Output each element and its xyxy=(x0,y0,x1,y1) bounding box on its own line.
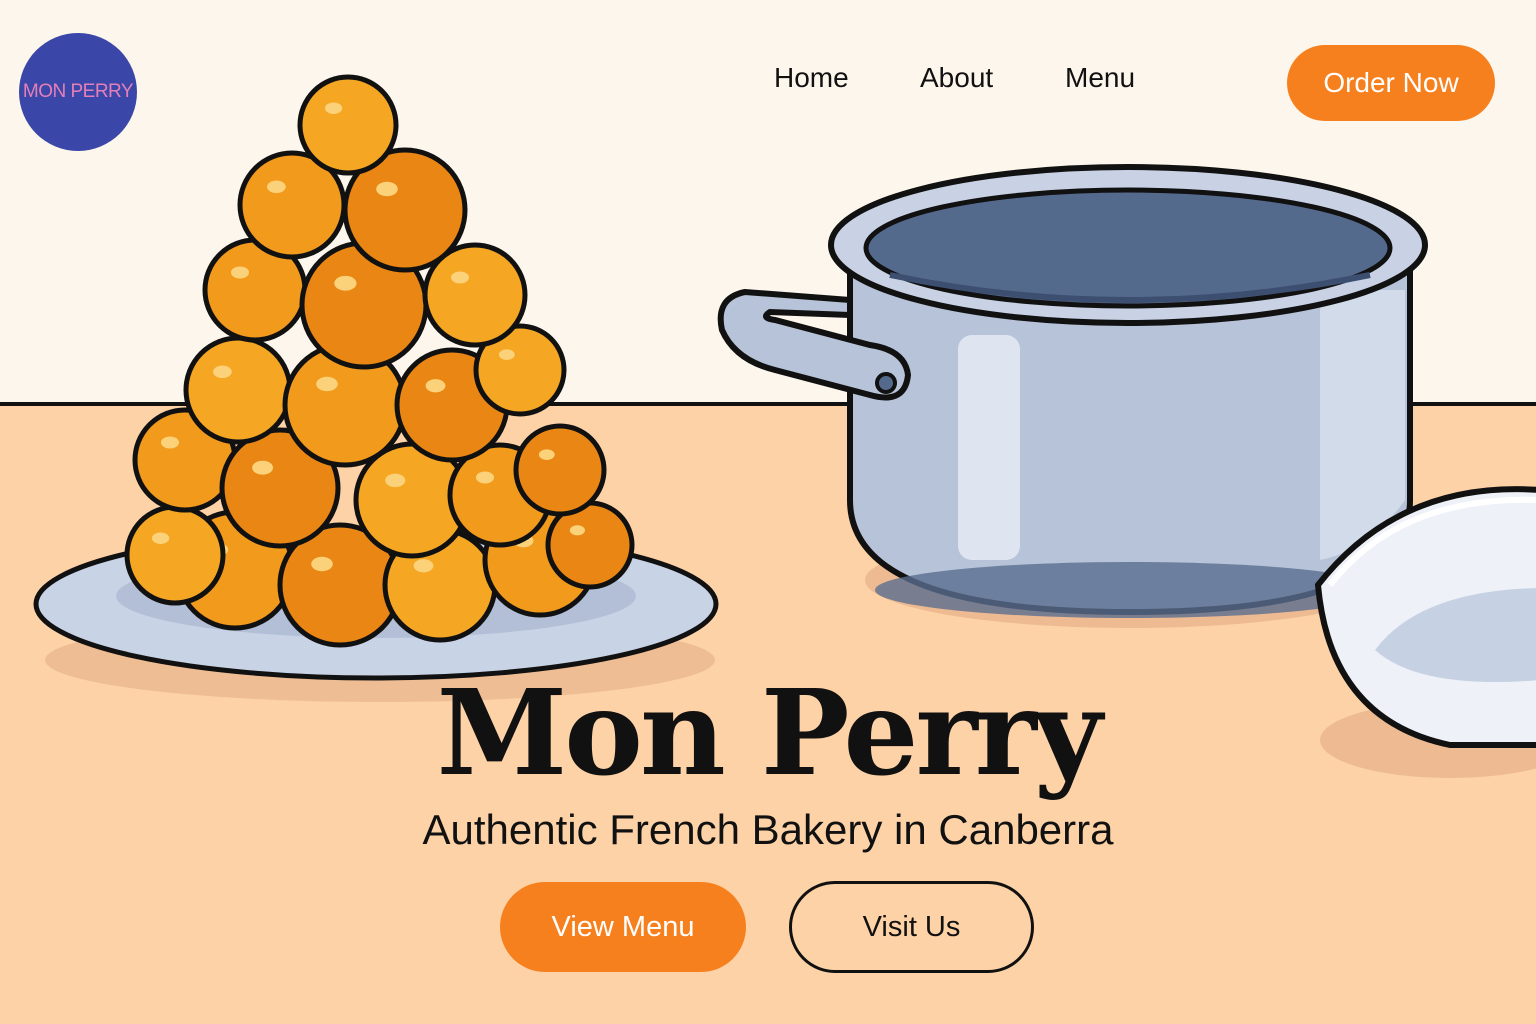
puff-highlight xyxy=(451,271,469,284)
nav-home[interactable]: Home xyxy=(774,62,849,94)
cream-puff xyxy=(183,335,293,445)
logo-text: MON PERRY xyxy=(22,81,134,102)
puff-highlight xyxy=(161,436,179,449)
puff-highlight xyxy=(324,102,343,114)
order-now-button[interactable]: Order Now xyxy=(1287,45,1495,121)
puff-highlight xyxy=(476,471,494,484)
hero-subtitle: Authentic French Bakery in Canberra xyxy=(422,806,1114,853)
cream-puff xyxy=(297,74,399,176)
puff-highlight xyxy=(385,473,406,488)
view-menu-button[interactable]: View Menu xyxy=(500,882,746,972)
puff-highlight xyxy=(252,460,274,475)
puff-highlight xyxy=(151,532,170,544)
hero-illustration xyxy=(33,74,1536,778)
puff-highlight xyxy=(213,365,232,379)
nav-about[interactable]: About xyxy=(920,62,993,94)
puff-highlight xyxy=(311,556,333,572)
puff-highlight xyxy=(538,449,555,460)
hero-title: Mon Perry xyxy=(436,663,1103,802)
puff-highlight xyxy=(413,559,434,573)
puff-highlight xyxy=(316,376,338,392)
puff-highlight xyxy=(498,349,515,360)
nav-menu[interactable]: Menu xyxy=(1065,62,1135,94)
cream-puff xyxy=(513,423,607,517)
puff-highlight xyxy=(569,525,585,536)
puff-highlight xyxy=(376,181,398,197)
puff-highlight xyxy=(267,180,286,194)
puff-highlight xyxy=(231,266,249,279)
visit-us-button[interactable]: Visit Us xyxy=(789,881,1034,973)
cream-puff xyxy=(124,504,226,606)
logo[interactable]: MON PERRY xyxy=(19,33,137,151)
puff-highlight xyxy=(425,379,446,393)
cooking-pot xyxy=(717,164,1428,628)
croquembouche xyxy=(124,74,635,648)
puff-highlight xyxy=(334,275,357,291)
